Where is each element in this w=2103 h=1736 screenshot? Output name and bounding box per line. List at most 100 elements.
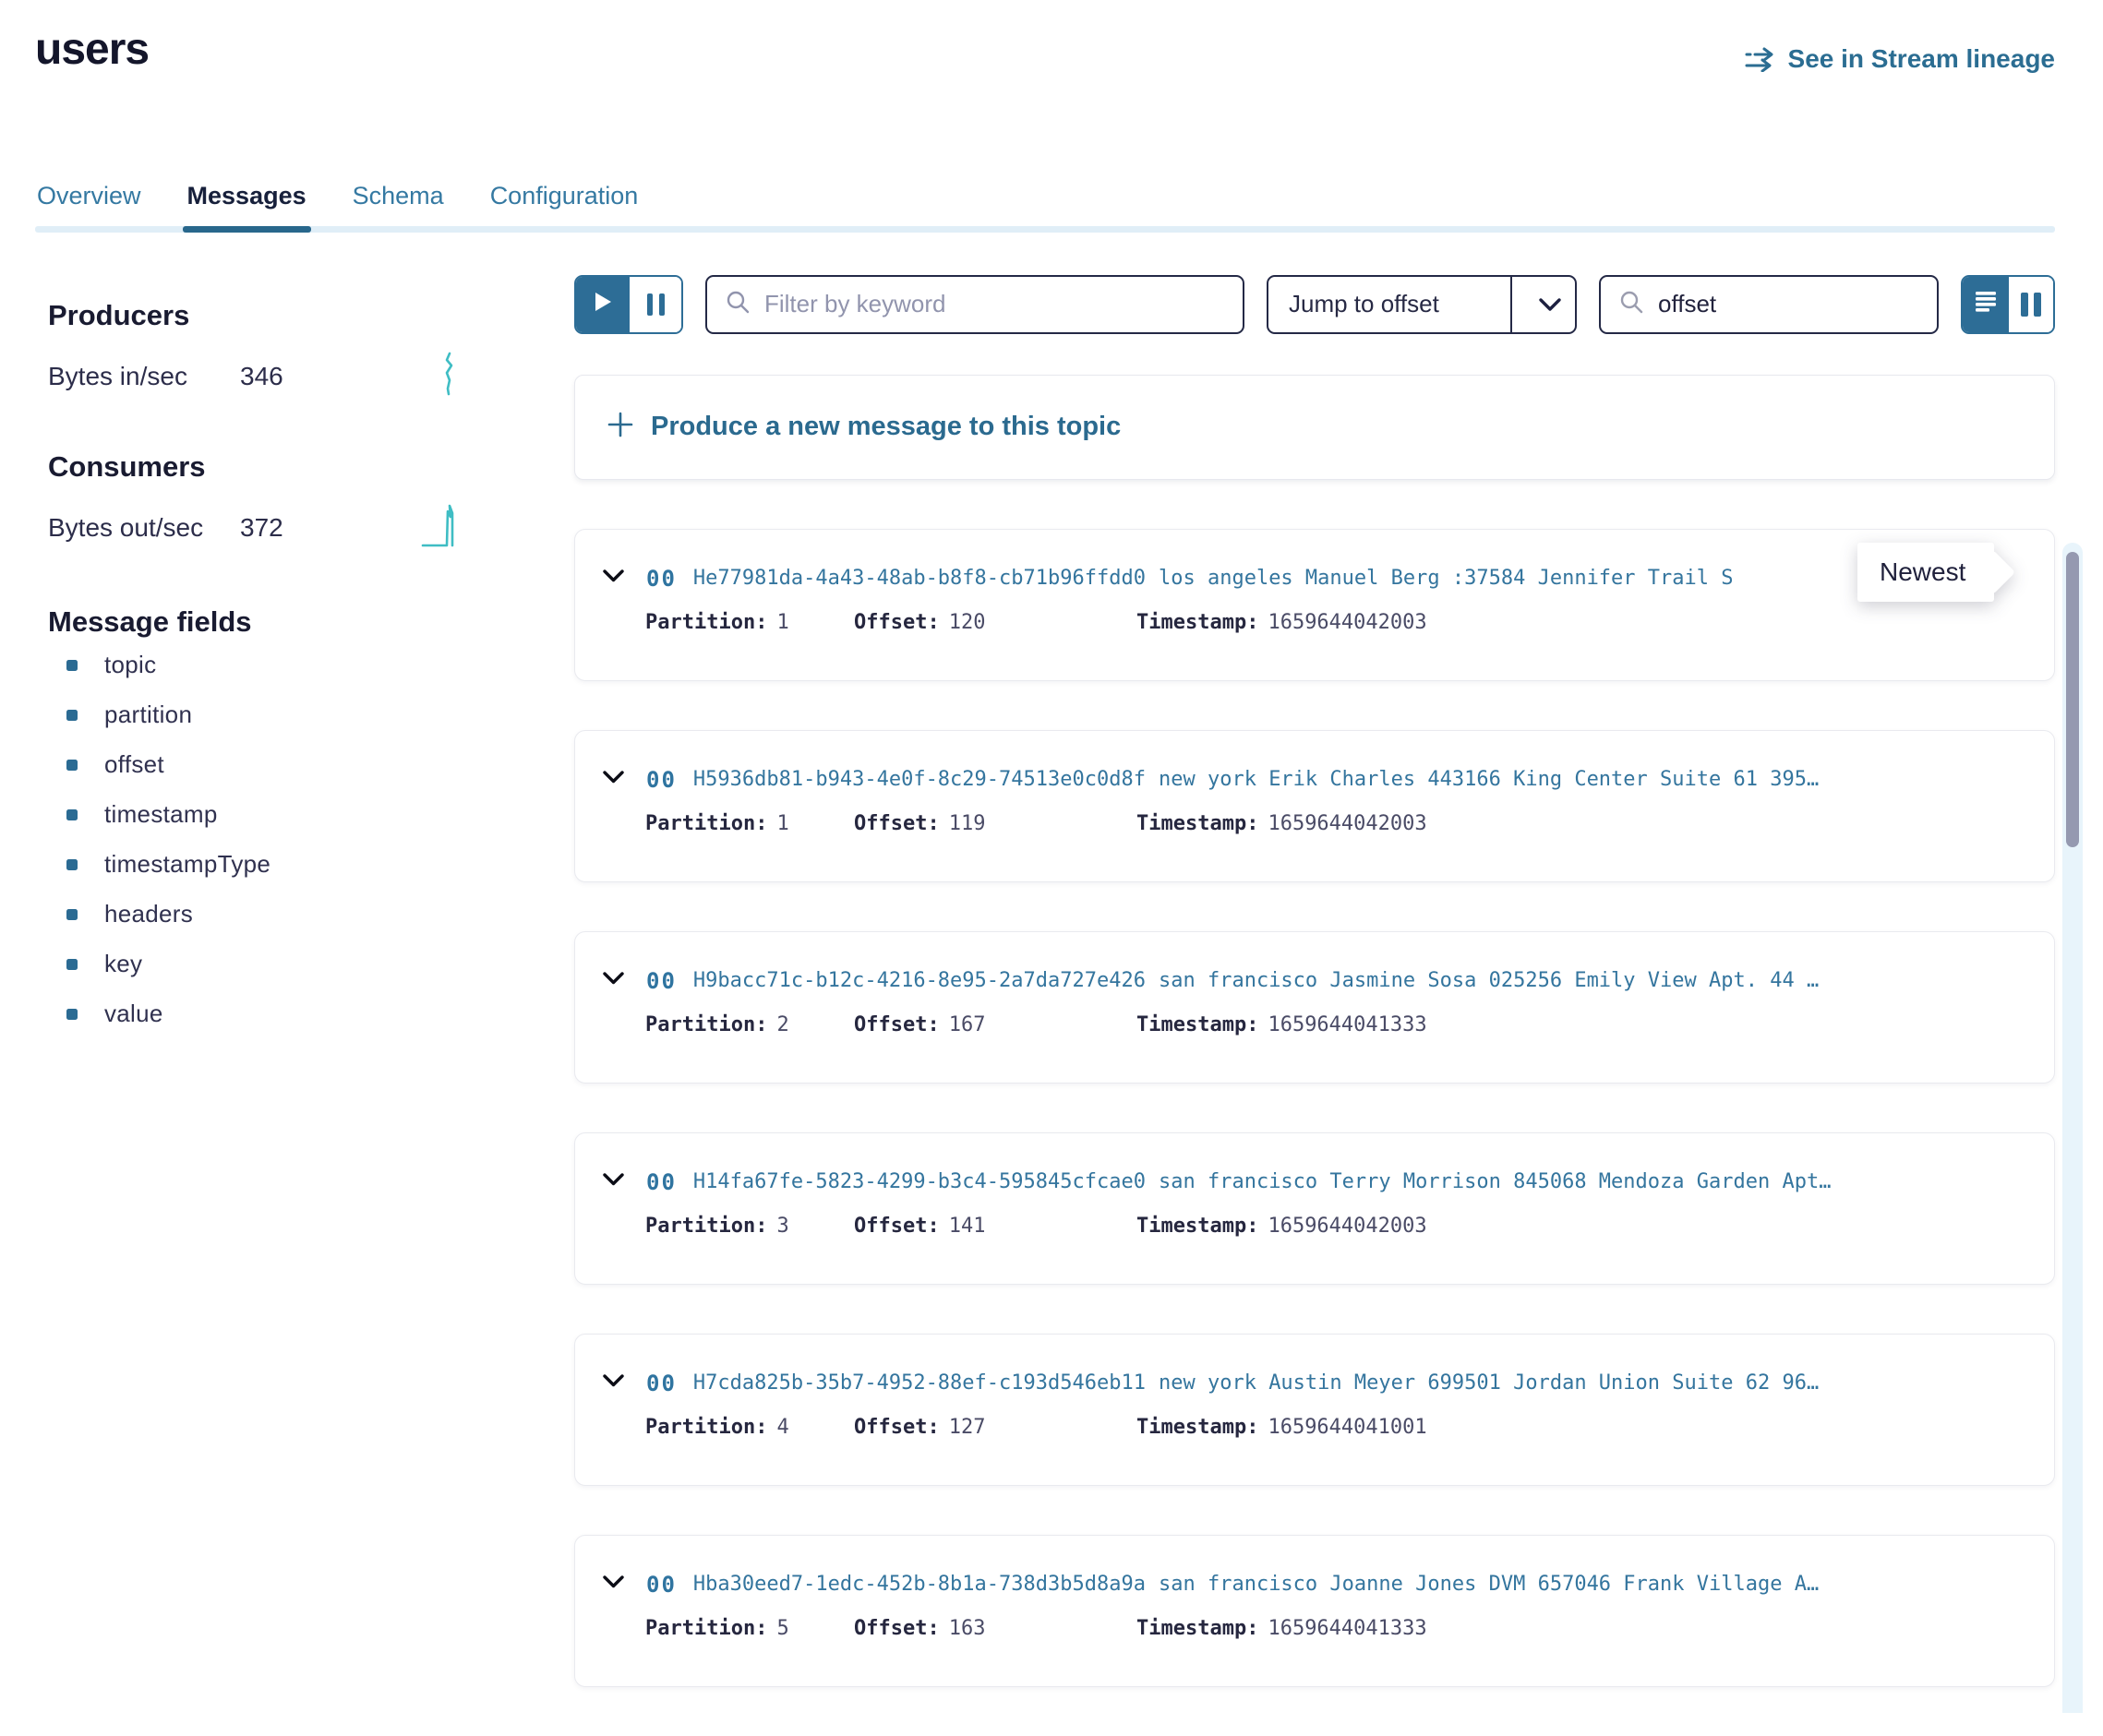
- field-label: offset: [104, 750, 164, 779]
- timestamp-label: Timestamp:: [1136, 611, 1258, 634]
- play-icon: [593, 291, 613, 317]
- newest-indicator-label: Newest: [1857, 543, 1994, 602]
- timestamp-value: 1659644042003: [1268, 812, 1426, 835]
- bytes-in-label: Bytes in/sec: [48, 362, 240, 391]
- partition-label: Partition:: [645, 1617, 767, 1640]
- chevron-down-icon[interactable]: [603, 771, 624, 788]
- chevron-down-icon[interactable]: [603, 972, 624, 989]
- timestamp-value: 1659644041001: [1268, 1416, 1426, 1439]
- bytes-out-metric: Bytes out/sec 372: [48, 506, 460, 550]
- message-field-item[interactable]: headers: [48, 890, 574, 940]
- offset-search-box: [1599, 275, 1939, 334]
- message-key-icon: 00: [646, 1572, 677, 1598]
- message-field-item[interactable]: key: [48, 940, 574, 989]
- message-card: 00 Hba30eed7-1edc-452b-8b1a-738d3b5d8a9a…: [574, 1535, 2055, 1687]
- message-value-preview: los angeles Manuel Berg :37584 Jennifer …: [1159, 567, 1734, 590]
- bytes-in-value: 346: [240, 362, 283, 391]
- message-key-icon: 00: [646, 1169, 677, 1195]
- tab-configuration[interactable]: Configuration: [488, 182, 641, 210]
- field-label: partition: [104, 700, 192, 729]
- message-row-header[interactable]: 00 H9bacc71c-b12c-4216-8e95-2a7da727e426…: [603, 965, 2026, 997]
- message-list-scrollbar-thumb[interactable]: [2066, 552, 2079, 847]
- tab-messages[interactable]: Messages: [186, 182, 308, 210]
- page-title: users: [35, 26, 149, 75]
- chevron-down-icon[interactable]: [1525, 297, 1575, 312]
- topic-tabs: Overview Messages Schema Configuration: [35, 182, 2055, 233]
- message-field-item[interactable]: topic: [48, 641, 574, 690]
- message-card: 00 H7cda825b-35b7-4952-88ef-c193d546eb11…: [574, 1334, 2055, 1486]
- message-field-item[interactable]: offset: [48, 740, 574, 790]
- partition-label: Partition:: [645, 1416, 767, 1439]
- field-label: value: [104, 1000, 163, 1028]
- chevron-down-icon[interactable]: [603, 1374, 624, 1392]
- stream-lineage-icon: [1745, 46, 1776, 72]
- timestamp-label: Timestamp:: [1136, 1013, 1258, 1036]
- field-label: headers: [104, 900, 193, 928]
- partition-value: 2: [776, 1013, 788, 1036]
- partition-value: 1: [776, 611, 788, 634]
- message-meta: Partition: 1 Offset: 119 Timestamp: 1659…: [603, 812, 2026, 835]
- stream-lineage-label: See in Stream lineage: [1788, 44, 2055, 74]
- search-icon: [726, 290, 750, 318]
- offset-label: Offset:: [854, 1416, 940, 1439]
- message-row-header[interactable]: 00 H5936db81-b943-4e0f-8c29-74513e0c0d8f…: [603, 764, 2026, 796]
- page-header: users See in Stream lineage: [0, 0, 2103, 75]
- message-meta: Partition: 5 Offset: 163 Timestamp: 1659…: [603, 1617, 2026, 1640]
- message-card: 00 H14fa67fe-5823-4299-b3c4-595845cfcae0…: [574, 1132, 2055, 1285]
- message-row-header[interactable]: 00 Hba30eed7-1edc-452b-8b1a-738d3b5d8a9a…: [603, 1569, 2026, 1600]
- message-fields-list: topic partition offset timestamp: [48, 641, 574, 1039]
- message-card: 00 He77981da-4a43-48ab-b8f8-cb71b96ffdd0…: [574, 529, 2055, 681]
- message-key: H9bacc71c-b12c-4216-8e95-2a7da727e426: [693, 969, 1146, 992]
- produce-message-button[interactable]: Produce a new message to this topic: [574, 375, 2055, 480]
- play-button[interactable]: [576, 277, 630, 332]
- offset-search-input[interactable]: [1656, 289, 1918, 319]
- message-key-icon: 00: [646, 1371, 677, 1396]
- select-divider: [1510, 277, 1513, 332]
- filter-keyword-input[interactable]: [763, 289, 1224, 319]
- list-view-icon: [1974, 290, 1998, 318]
- partition-value: 3: [776, 1215, 788, 1238]
- message-field-item[interactable]: value: [48, 989, 574, 1039]
- list-view-button[interactable]: [1963, 277, 2009, 332]
- messages-panel: Jump to offset: [574, 233, 2103, 1736]
- columns-view-icon: [2021, 293, 2028, 317]
- message-field-item[interactable]: timestampType: [48, 840, 574, 890]
- offset-value: 120: [949, 611, 986, 634]
- partition-value: 5: [776, 1617, 788, 1640]
- message-field-item[interactable]: timestamp: [48, 790, 574, 840]
- message-row-header[interactable]: 00 He77981da-4a43-48ab-b8f8-cb71b96ffdd0…: [603, 563, 2026, 594]
- message-key: H7cda825b-35b7-4952-88ef-c193d546eb11: [693, 1371, 1146, 1395]
- message-list-scrollbar-track[interactable]: [2062, 543, 2083, 1713]
- jump-to-offset-select[interactable]: Jump to offset: [1267, 275, 1577, 334]
- field-label: timestampType: [104, 850, 270, 879]
- stream-lineage-link[interactable]: See in Stream lineage: [1745, 44, 2055, 74]
- chevron-down-icon[interactable]: [603, 1173, 624, 1191]
- message-key: H14fa67fe-5823-4299-b3c4-595845cfcae0: [693, 1170, 1146, 1193]
- field-bullet-icon: [66, 710, 78, 721]
- message-row-header[interactable]: 00 H14fa67fe-5823-4299-b3c4-595845cfcae0…: [603, 1167, 2026, 1198]
- tab-schema[interactable]: Schema: [351, 182, 446, 210]
- search-icon: [1619, 290, 1643, 318]
- columns-view-button[interactable]: [2009, 277, 2053, 332]
- field-bullet-icon: [66, 660, 78, 671]
- bytes-in-metric: Bytes in/sec 346: [48, 354, 460, 399]
- plus-icon: [607, 411, 634, 443]
- message-field-item[interactable]: partition: [48, 690, 574, 740]
- pause-button[interactable]: [630, 277, 681, 332]
- message-row-header[interactable]: 00 H7cda825b-35b7-4952-88ef-c193d546eb11…: [603, 1368, 2026, 1399]
- timestamp-value: 1659644041333: [1268, 1617, 1426, 1640]
- newest-indicator: Newest: [1857, 543, 1994, 602]
- message-card: 00 H5936db81-b943-4e0f-8c29-74513e0c0d8f…: [574, 730, 2055, 882]
- filter-keyword-box: [705, 275, 1244, 334]
- offset-label: Offset:: [854, 611, 940, 634]
- bytes-out-sparkline: [421, 502, 460, 553]
- message-key-icon: 00: [646, 767, 677, 793]
- field-label: key: [104, 950, 142, 978]
- offset-label: Offset:: [854, 1215, 940, 1238]
- chevron-down-icon[interactable]: [603, 1575, 624, 1593]
- message-meta: Partition: 3 Offset: 141 Timestamp: 1659…: [603, 1215, 2026, 1238]
- offset-label: Offset:: [854, 1013, 940, 1036]
- message-key: H5936db81-b943-4e0f-8c29-74513e0c0d8f: [693, 768, 1146, 791]
- chevron-down-icon[interactable]: [603, 569, 624, 587]
- tab-overview[interactable]: Overview: [35, 182, 143, 210]
